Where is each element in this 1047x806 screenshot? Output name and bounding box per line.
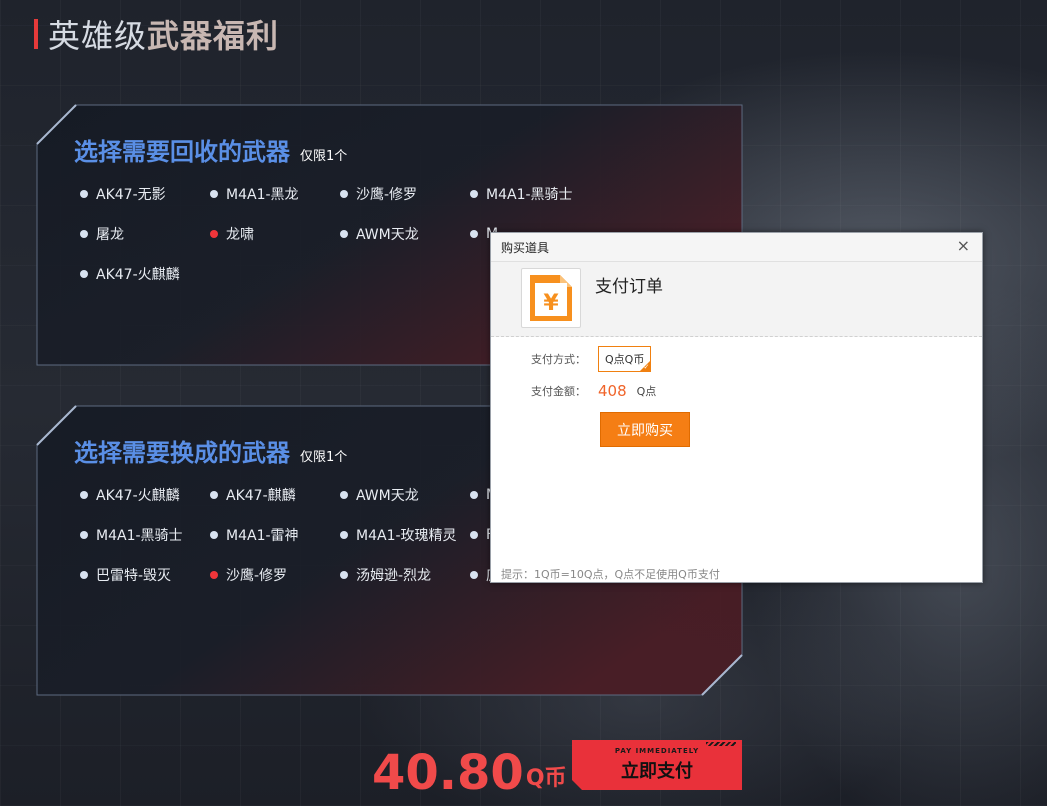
- recycle-limit: 仅限1个: [300, 149, 348, 164]
- close-icon[interactable]: ×: [957, 236, 970, 255]
- radio-icon: [470, 190, 478, 198]
- radio-icon: [80, 270, 88, 278]
- recycle-option-label: AK47-无影: [96, 187, 166, 203]
- exchange-option[interactable]: M4A1-玫瑰精灵: [340, 525, 470, 545]
- exchange-option[interactable]: 汤姆逊-烈龙: [340, 565, 470, 585]
- payment-method-label: 支付方式：: [531, 353, 586, 366]
- radio-icon: [340, 491, 348, 499]
- stripe-decoration: [706, 742, 736, 746]
- price-unit: Q币: [525, 766, 567, 791]
- exchange-option[interactable]: 巴雷特-毁灭: [80, 565, 210, 585]
- exchange-option[interactable]: AK47-麒麟: [210, 485, 340, 505]
- payment-amount-value: 408: [598, 382, 627, 400]
- yen-symbol: ¥: [543, 291, 559, 316]
- recycle-option[interactable]: AK47-无影: [80, 184, 210, 204]
- exchange-option-label: M4A1-黑骑士: [96, 528, 183, 544]
- radio-icon: [340, 190, 348, 198]
- radio-icon: [340, 230, 348, 238]
- recycle-option-label: M4A1-黑骑士: [486, 187, 573, 203]
- payment-method-value: Q点Q币: [605, 353, 645, 366]
- recycle-option[interactable]: 屠龙: [80, 224, 210, 244]
- radio-icon: [210, 531, 218, 539]
- radio-icon: [80, 571, 88, 579]
- exchange-heading: 选择需要换成的武器 仅限1个: [74, 433, 347, 468]
- dialog-header: 购买道具 ×: [491, 233, 982, 262]
- exchange-tip: 提示：1Q币=10Q点，Q点不足使用Q币支付: [501, 568, 720, 581]
- radio-icon: [470, 531, 478, 539]
- exchange-option[interactable]: AK47-火麒麟: [80, 485, 210, 505]
- order-icon: ¥: [521, 268, 581, 328]
- recycle-option[interactable]: AK47-火麒麟: [80, 264, 210, 284]
- radio-icon: [80, 190, 88, 198]
- recycle-option-label: 屠龙: [96, 227, 124, 243]
- radio-icon: [210, 190, 218, 198]
- exchange-option-label: AK47-火麒麟: [96, 488, 180, 504]
- purchase-dialog: 购买道具 × ¥ 支付订单 支付方式： Q点Q币 ✓ 支付金额： 408 Q点 …: [490, 232, 983, 583]
- exchange-option-label: AK47-麒麟: [226, 488, 296, 504]
- recycle-option[interactable]: M4A1-黑龙: [210, 184, 340, 204]
- dialog-title: 购买道具: [501, 241, 550, 255]
- page-title: 英雄级 武器福利: [34, 14, 280, 55]
- payment-method-option[interactable]: Q点Q币 ✓: [598, 346, 652, 372]
- exchange-option-label: 汤姆逊-烈龙: [356, 568, 432, 584]
- radio-icon: [470, 571, 478, 579]
- recycle-option[interactable]: AWM天龙: [340, 224, 470, 244]
- exchange-option-label: M4A1-雷神: [226, 528, 299, 544]
- payment-amount-label: 支付金额：: [531, 385, 586, 398]
- yen-document-icon: ¥: [530, 275, 572, 321]
- recycle-option-label: 龙啸: [226, 227, 254, 243]
- recycle-option-label: 沙鹰-修罗: [356, 187, 418, 203]
- recycle-option-label: AK47-火麒麟: [96, 267, 180, 283]
- radio-icon: [470, 230, 478, 238]
- exchange-option[interactable]: AWM天龙: [340, 485, 470, 505]
- recycle-option[interactable]: 沙鹰-修罗: [340, 184, 470, 204]
- radio-icon: [80, 491, 88, 499]
- radio-icon: [80, 230, 88, 238]
- recycle-option-label: AWM天龙: [356, 227, 419, 243]
- title-normal: 英雄级: [48, 17, 148, 55]
- recycle-option[interactable]: M4A1-黑骑士: [470, 184, 600, 204]
- exchange-option[interactable]: 沙鹰-修罗: [210, 565, 340, 585]
- pay-now-button[interactable]: PAY IMMEDIATELY 立即支付: [572, 740, 742, 790]
- payment-amount-unit: Q点: [636, 385, 657, 398]
- payment-amount-row: 支付金额： 408 Q点: [531, 382, 656, 400]
- order-section: ¥ 支付订单: [491, 262, 982, 337]
- radio-selected-icon: [210, 571, 218, 579]
- payment-method-row: 支付方式： Q点Q币 ✓: [531, 346, 652, 372]
- exchange-option-label: AWM天龙: [356, 488, 419, 504]
- exchange-option-label: M4A1-玫瑰精灵: [356, 528, 457, 544]
- order-title: 支付订单: [595, 277, 663, 297]
- recycle-option[interactable]: 龙啸: [210, 224, 340, 244]
- title-accent-bar: [34, 19, 38, 49]
- recycle-heading-text: 选择需要回收的武器: [74, 138, 290, 166]
- exchange-heading-text: 选择需要换成的武器: [74, 439, 290, 467]
- exchange-option[interactable]: M4A1-黑骑士: [80, 525, 210, 545]
- buy-now-button[interactable]: 立即购买: [600, 412, 690, 447]
- radio-icon: [210, 491, 218, 499]
- recycle-option-label: M4A1-黑龙: [226, 187, 299, 203]
- exchange-limit: 仅限1个: [300, 450, 348, 465]
- exchange-option-label: 巴雷特-毁灭: [96, 568, 172, 584]
- pay-now-en: PAY IMMEDIATELY: [614, 747, 700, 755]
- check-icon: ✓: [643, 363, 650, 371]
- recycle-heading: 选择需要回收的武器 仅限1个: [74, 132, 347, 167]
- radio-icon: [80, 531, 88, 539]
- title-bold: 武器福利: [147, 17, 280, 55]
- radio-icon: [340, 571, 348, 579]
- exchange-option-label: 沙鹰-修罗: [226, 568, 288, 584]
- radio-icon: [340, 531, 348, 539]
- radio-selected-icon: [210, 230, 218, 238]
- radio-icon: [470, 491, 478, 499]
- pay-now-cn: 立即支付: [621, 761, 693, 782]
- price-display: 40.80 Q币: [372, 738, 567, 798]
- price-value: 40.80: [372, 745, 524, 801]
- exchange-option[interactable]: M4A1-雷神: [210, 525, 340, 545]
